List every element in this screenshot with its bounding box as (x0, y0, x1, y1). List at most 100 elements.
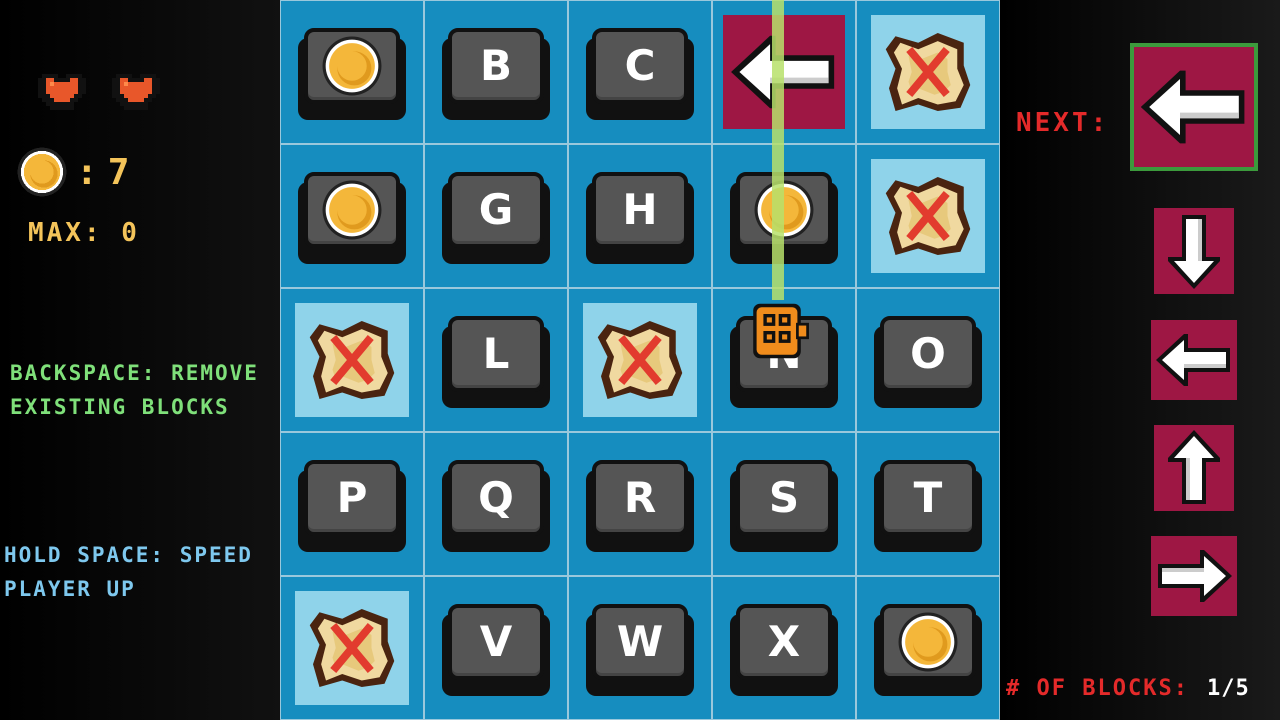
key-cap: B (448, 28, 544, 104)
grid-cell-n[interactable]: N (712, 288, 856, 432)
grid-cell-v[interactable]: V (424, 576, 568, 720)
grid-cell-c[interactable]: C (568, 0, 712, 144)
path-beam (772, 0, 784, 300)
key-cap: V (448, 604, 544, 680)
queue-block-down[interactable] (1154, 208, 1234, 294)
key-cap: O (880, 316, 976, 392)
coin-icon (17, 147, 67, 197)
grid-cell-p[interactable]: P (280, 432, 424, 576)
grid-cell-x[interactable]: X (712, 576, 856, 720)
hint-remove-line-1: BACKSPACE: REMOVE (10, 361, 259, 385)
letter-key: B (440, 24, 552, 120)
key-letter: B (479, 41, 512, 90)
trap-icon (309, 321, 395, 399)
key-letter: V (479, 617, 513, 666)
arrow-left-icon (1140, 70, 1245, 144)
letter-key: P (296, 456, 408, 552)
key-letter: P (336, 473, 368, 522)
grid-cell-coin[interactable] (712, 144, 856, 288)
next-block-preview (1130, 43, 1258, 171)
trap-tile (295, 591, 409, 705)
coin-icon (322, 36, 382, 96)
player-character (753, 303, 809, 359)
key-cap (736, 172, 832, 248)
trap-tile (295, 303, 409, 417)
trap-icon (885, 177, 971, 255)
key-cap: P (304, 460, 400, 536)
key-cap: C (592, 28, 688, 104)
lives-display (38, 66, 160, 114)
grid-cell-trap[interactable] (280, 576, 424, 720)
key-cap: X (736, 604, 832, 680)
key-letter: H (622, 185, 658, 234)
grid-cell-trap[interactable] (856, 144, 1000, 288)
trap-icon (885, 33, 971, 111)
grid-cell-s[interactable]: S (712, 432, 856, 576)
letter-key: Q (440, 456, 552, 552)
coin-key (872, 600, 984, 696)
key-cap: R (592, 460, 688, 536)
key-letter: W (616, 617, 664, 666)
key-letter: O (910, 329, 946, 378)
arrow-left-icon (731, 35, 835, 109)
blocks-label: # OF BLOCKS: (1006, 676, 1189, 701)
letter-key: C (584, 24, 696, 120)
key-cap: S (736, 460, 832, 536)
coin-separator: : (76, 151, 100, 193)
letter-key: G (440, 168, 552, 264)
queue-block-right[interactable] (1151, 536, 1237, 616)
grid-cell-b[interactable]: B (424, 0, 568, 144)
key-cap (304, 28, 400, 104)
blocks-count: 1/5 (1206, 676, 1250, 701)
grid-cell-trap[interactable] (280, 288, 424, 432)
key-cap: G (448, 172, 544, 248)
grid-cell-trap[interactable] (856, 0, 1000, 144)
key-letter: T (913, 473, 943, 522)
key-cap (304, 172, 400, 248)
coin-icon (754, 180, 814, 240)
letter-key: S (728, 456, 840, 552)
grid-cell-coin[interactable] (280, 144, 424, 288)
grid-cell-o[interactable]: O (856, 288, 1000, 432)
grid-cell-coin[interactable] (856, 576, 1000, 720)
heart-icon (38, 74, 86, 110)
letter-key: T (872, 456, 984, 552)
letter-key: H (584, 168, 696, 264)
queue-block-left[interactable] (1151, 320, 1237, 400)
hint-remove-line-2: EXISTING BLOCKS (10, 395, 230, 419)
hint-remove-blocks: BACKSPACE: REMOVE EXISTING BLOCKS (10, 356, 259, 424)
key-cap (880, 604, 976, 680)
key-cap: T (880, 460, 976, 536)
grid-cell-g[interactable]: G (424, 144, 568, 288)
placed-arrow-block (723, 15, 845, 129)
grid-cell-arrow-left[interactable] (712, 0, 856, 144)
grid-cell-l[interactable]: L (424, 288, 568, 432)
grid-cell-w[interactable]: W (568, 576, 712, 720)
trap-tile (871, 15, 985, 129)
hint-speed-line-2: PLAYER UP (4, 577, 136, 601)
coin-count: 7 (107, 151, 132, 193)
grid-cell-q[interactable]: Q (424, 432, 568, 576)
coin-key (296, 168, 408, 264)
trap-icon (309, 609, 395, 687)
max-label: MAX: (28, 218, 103, 248)
key-letter: R (623, 473, 657, 522)
grid-cell-t[interactable]: T (856, 432, 1000, 576)
letter-key: R (584, 456, 696, 552)
key-letter: C (624, 41, 656, 90)
letter-key: X (728, 600, 840, 696)
heart-icon (112, 74, 160, 110)
next-label: NEXT: (1016, 108, 1110, 138)
queue-block-up[interactable] (1154, 425, 1234, 511)
trap-tile (583, 303, 697, 417)
key-cap: L (448, 316, 544, 392)
arrow-down-icon (1168, 215, 1220, 289)
grid-cell-trap[interactable] (568, 288, 712, 432)
key-letter: L (482, 329, 510, 378)
arrow-right-icon (1158, 550, 1232, 602)
grid-cell-h[interactable]: H (568, 144, 712, 288)
arrow-up-icon (1168, 430, 1220, 504)
coin-counter: : 7 (16, 146, 131, 198)
grid-cell-r[interactable]: R (568, 432, 712, 576)
grid-cell-coin[interactable] (280, 0, 424, 144)
